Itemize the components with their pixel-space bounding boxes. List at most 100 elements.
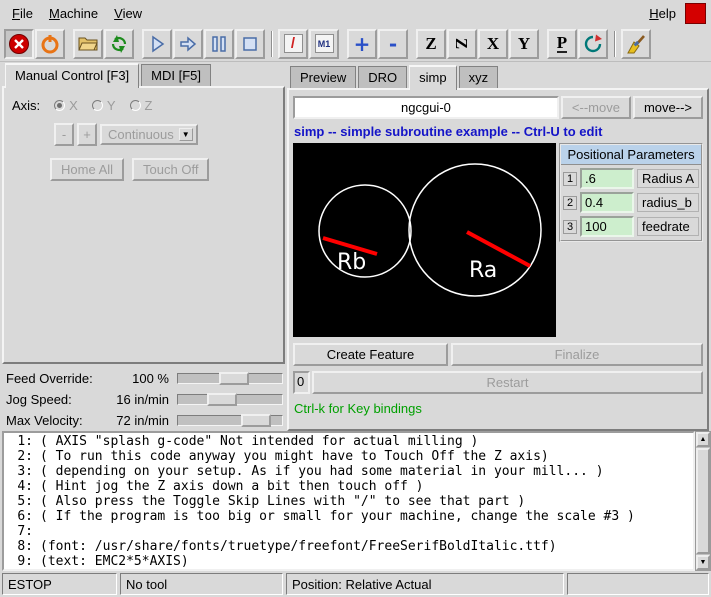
feed-override-slider[interactable]	[177, 370, 283, 387]
axis-radio-y[interactable]: Y	[92, 98, 116, 113]
radio-indicator	[54, 100, 65, 111]
line-text: ( depending on your setup. As if you had…	[40, 464, 604, 479]
gcode-listing[interactable]: 1:( AXIS "splash g-code" Not intended fo…	[2, 431, 695, 571]
jog-minus-button[interactable]: -	[54, 123, 74, 146]
axis-window: File Machine View Help	[0, 0, 711, 597]
param-radius-b-input[interactable]: 0.4	[580, 192, 634, 213]
slider-handle[interactable]	[241, 414, 271, 427]
max-velocity-slider[interactable]	[177, 412, 283, 429]
slider-handle[interactable]	[219, 372, 249, 385]
create-feature-button[interactable]: Create Feature	[293, 343, 448, 366]
ngcgui-main-row: Rb Ra Positional Parameters 1 .6 Radius …	[293, 143, 703, 337]
param-feedrate-input[interactable]: 100	[580, 216, 634, 237]
run-button[interactable]	[142, 29, 172, 59]
view-perspective-button[interactable]: P	[547, 29, 577, 59]
line-number: 1:	[4, 434, 40, 449]
open-file-button[interactable]	[73, 29, 103, 59]
view-y-button[interactable]: Y	[509, 29, 539, 59]
tab-dro[interactable]: DRO	[358, 66, 407, 88]
chevron-down-icon: ▼	[179, 128, 193, 141]
axis-z-label: Z	[145, 98, 153, 113]
statusbar: ESTOP No tool Position: Relative Actual	[0, 571, 711, 597]
gcode-line: 3:( depending on your setup. As if you h…	[4, 464, 693, 479]
param-feedrate-label: feedrate	[637, 217, 699, 236]
gcode-line: 9:(text: EMC2*5*AXIS)	[4, 554, 693, 569]
toolbar-separator	[271, 31, 273, 57]
view-z-button[interactable]: Z	[416, 29, 446, 59]
view-x-icon: X	[487, 35, 499, 52]
gcode-line: 7:	[4, 524, 693, 539]
home-all-button[interactable]: Home All	[50, 158, 124, 181]
finalize-button[interactable]: Finalize	[451, 343, 703, 366]
radio-indicator	[92, 100, 103, 111]
move-right-button[interactable]: move-->	[633, 96, 703, 119]
param-radius-b-label: radius_b	[637, 193, 699, 212]
jog-speed-value: 16 in/min	[116, 392, 177, 407]
param-row: 2 0.4 radius_b	[561, 189, 701, 213]
gcode-line: 2:( To run this code anyway you might ha…	[4, 449, 693, 464]
restart-button[interactable]: Restart	[312, 371, 703, 394]
optional-stop-button[interactable]: M1	[309, 29, 339, 59]
zoom-out-button[interactable]: -	[378, 29, 408, 59]
line-number: 3:	[4, 464, 40, 479]
move-left-button[interactable]: <--move	[561, 96, 631, 119]
param-radius-a-input[interactable]: .6	[580, 168, 634, 189]
positional-parameters-panel: Positional Parameters 1 .6 Radius A 2 0.…	[559, 143, 703, 242]
view-z-rotated-button[interactable]: Z	[447, 29, 477, 59]
jog-speed-row: Jog Speed: 16 in/min	[2, 389, 285, 410]
line-text: ( AXIS "splash g-code" Not intended for …	[40, 434, 478, 449]
param-row: 1 .6 Radius A	[561, 165, 701, 189]
jog-speed-slider[interactable]	[177, 391, 283, 408]
line-text: ( If the program is too big or small for…	[40, 509, 635, 524]
step-button[interactable]	[173, 29, 203, 59]
radio-indicator	[130, 100, 141, 111]
line-text: (text: EMC2*5*AXIS)	[40, 554, 189, 569]
scroll-thumb[interactable]	[696, 448, 710, 554]
scroll-down-arrow[interactable]: ▼	[696, 555, 710, 570]
jog-mode-select[interactable]: Continuous ▼	[100, 124, 198, 145]
touch-off-button[interactable]: Touch Off	[132, 158, 209, 181]
preview-panel: Preview DRO simp xyz ngcgui-0 <--move mo…	[287, 62, 709, 431]
override-sliders: Feed Override: 100 % Jog Speed: 16 in/mi…	[2, 368, 285, 431]
param-row: 3 100 feedrate	[561, 213, 701, 240]
gcode-scrollbar[interactable]: ▲ ▼	[695, 431, 711, 571]
view-z-rotated-icon: Z	[454, 38, 471, 49]
feed-override-label: Feed Override:	[2, 371, 93, 386]
rotate-view-icon	[583, 34, 603, 54]
rotate-view-button[interactable]	[578, 29, 608, 59]
axis-radio-x[interactable]: X	[54, 98, 78, 113]
red-corner-badge	[685, 3, 706, 24]
estop-button[interactable]	[4, 29, 34, 59]
axis-radio-z[interactable]: Z	[130, 98, 153, 113]
feed-override-value: 100 %	[132, 371, 177, 386]
machine-power-button[interactable]	[35, 29, 65, 59]
clear-plot-button[interactable]	[621, 29, 651, 59]
stop-button[interactable]	[235, 29, 265, 59]
slider-handle[interactable]	[207, 393, 237, 406]
estop-icon	[8, 33, 30, 55]
tab-preview[interactable]: Preview	[290, 66, 356, 88]
view-x-button[interactable]: X	[478, 29, 508, 59]
status-filler	[567, 573, 709, 595]
scroll-up-arrow[interactable]: ▲	[696, 432, 710, 447]
jog-plus-button[interactable]: +	[77, 123, 97, 146]
toggle-skip-lines-button[interactable]: /	[278, 29, 308, 59]
zoom-in-button[interactable]: +	[347, 29, 377, 59]
tab-simp[interactable]: simp	[409, 65, 456, 90]
menu-help[interactable]: Help	[641, 2, 684, 25]
menu-view[interactable]: View	[106, 2, 150, 25]
restart-row: 0 Restart	[293, 371, 703, 394]
menu-file[interactable]: File	[4, 2, 41, 25]
small-circle-label: Rb	[337, 250, 366, 275]
home-row: Home All Touch Off	[50, 158, 283, 181]
reload-button[interactable]	[104, 29, 134, 59]
menu-machine[interactable]: Machine	[41, 2, 106, 25]
subroutine-description: simp -- simple subroutine example -- Ctr…	[294, 124, 702, 139]
param-number: 3	[563, 220, 577, 234]
tab-xyz[interactable]: xyz	[459, 66, 499, 88]
pause-button[interactable]	[204, 29, 234, 59]
large-circle-label: Ra	[469, 258, 497, 283]
tab-mdi[interactable]: MDI [F5]	[141, 64, 211, 86]
ngcgui-instance-entry[interactable]: ngcgui-0	[293, 96, 559, 119]
tab-manual-control[interactable]: Manual Control [F3]	[5, 63, 139, 88]
